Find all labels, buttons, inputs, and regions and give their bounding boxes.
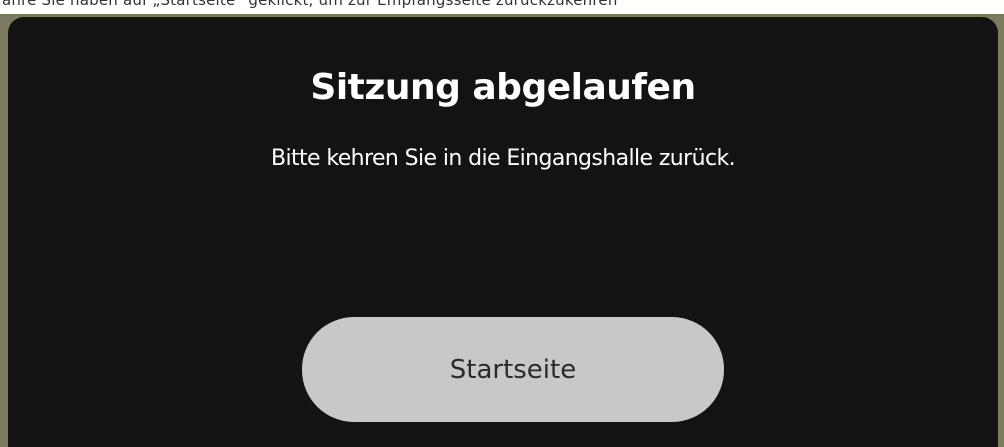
session-expired-dialog: Sitzung abgelaufen Bitte kehren Sie in d…	[8, 17, 998, 447]
clipped-header-text: ahre Sie haben auf „Startseite“ geklickt…	[2, 0, 618, 9]
dialog-message: Bitte kehren Sie in die Eingangshalle zu…	[271, 146, 736, 171]
dialog-title: Sitzung abgelaufen	[310, 67, 696, 108]
home-button[interactable]: Startseite	[302, 317, 724, 422]
